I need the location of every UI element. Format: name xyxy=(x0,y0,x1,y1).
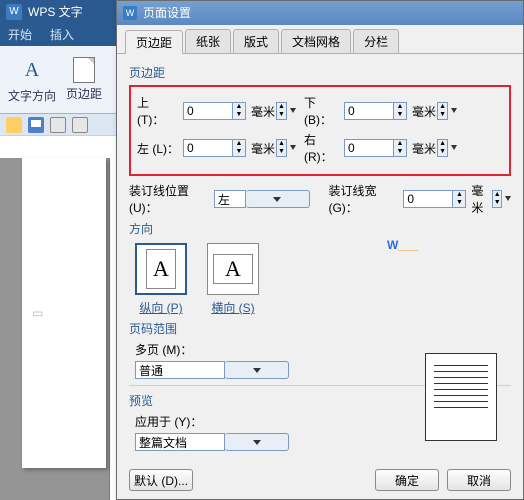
gutter-width-input[interactable] xyxy=(403,190,453,208)
page-icon xyxy=(73,57,95,83)
page-margins-button[interactable]: 页边距 xyxy=(66,57,102,102)
default-button[interactable]: 默认 (D)... xyxy=(129,469,193,491)
gutter-pos-label: 装订线位置 (U)： xyxy=(129,182,210,216)
dropdown-icon[interactable] xyxy=(505,196,511,202)
bottom-label: 下 (B)： xyxy=(304,94,340,128)
page-setup-dialog: W 页面设置 页边距 纸张 版式 文档网格 分栏 页边距 上 (T)： ▲▼ 毫… xyxy=(116,0,524,500)
print-preview-icon[interactable] xyxy=(72,117,88,133)
tab-columns[interactable]: 分栏 xyxy=(353,29,399,53)
page-placeholder-icon: ▭ xyxy=(32,306,42,318)
open-icon[interactable] xyxy=(6,117,22,133)
orientation-landscape[interactable]: A 横向 (S) xyxy=(207,243,259,316)
dropdown-icon[interactable] xyxy=(290,108,296,114)
portrait-label[interactable]: 纵向 (P) xyxy=(139,299,182,316)
multi-page-select[interactable] xyxy=(135,361,289,379)
spin-up-icon[interactable]: ▲ xyxy=(453,191,465,199)
gutter-pos-input[interactable] xyxy=(214,190,246,208)
tab-paper[interactable]: 纸张 xyxy=(185,29,231,53)
right-unit: 毫米 xyxy=(412,140,436,157)
margins-highlight-box: 上 (T)： ▲▼ 毫米▲▼ 下 (B)： ▲▼ 毫米▲▼ 左 (L)： ▲▼ xyxy=(129,85,511,176)
gutter-width-spin[interactable]: ▲▼ xyxy=(403,190,466,208)
top-input[interactable] xyxy=(183,102,233,120)
chevron-down-icon[interactable] xyxy=(246,190,310,208)
landscape-preview: A xyxy=(207,243,259,295)
multi-page-label: 多页 (M)： xyxy=(135,341,192,358)
tab-layout[interactable]: 版式 xyxy=(233,29,279,53)
spin-down-icon[interactable]: ▼ xyxy=(233,148,245,156)
top-spin[interactable]: ▲▼ xyxy=(183,102,246,120)
orientation-section-label: 方向 xyxy=(129,220,511,237)
margins-section-label: 页边距 xyxy=(129,64,511,81)
bottom-input[interactable] xyxy=(344,102,394,120)
ribbon-tab-home[interactable]: 开始 xyxy=(8,26,32,46)
dialog-tabs: 页边距 纸张 版式 文档网格 分栏 xyxy=(117,25,523,54)
dialog-title: 页面设置 xyxy=(143,1,191,25)
right-label: 右 (R)： xyxy=(304,131,340,165)
spin-up-icon[interactable]: ▲ xyxy=(394,140,406,148)
gutter-pos-select[interactable] xyxy=(214,190,310,208)
bottom-spin[interactable]: ▲▼ xyxy=(344,102,407,120)
dropdown-icon[interactable] xyxy=(290,145,296,151)
wps-logo-icon: W xyxy=(6,4,22,20)
page-preview-icon xyxy=(425,353,497,441)
multi-page-input[interactable] xyxy=(135,361,225,379)
landscape-label[interactable]: 横向 (S) xyxy=(211,299,254,316)
dialog-logo-icon: W xyxy=(123,6,137,20)
dialog-footer: 默认 (D)... 确定 取消 xyxy=(117,469,523,491)
letter-a-icon: A xyxy=(225,256,241,282)
text-direction-button[interactable]: A 文字方向 xyxy=(8,56,56,104)
page-margins-label: 页边距 xyxy=(66,85,102,102)
print-icon[interactable] xyxy=(50,117,66,133)
save-icon[interactable] xyxy=(28,117,44,133)
watermark: W___ xyxy=(387,233,418,254)
cancel-button[interactable]: 取消 xyxy=(447,469,511,491)
orientation-portrait[interactable]: A 纵向 (P) xyxy=(135,243,187,316)
page-range-section-label: 页码范围 xyxy=(129,320,511,337)
spin-down-icon[interactable]: ▼ xyxy=(394,111,406,119)
right-spin[interactable]: ▲▼ xyxy=(344,139,407,157)
chevron-down-icon[interactable] xyxy=(225,433,289,451)
bottom-unit: 毫米 xyxy=(412,103,436,120)
gutter-width-unit: 毫米 xyxy=(471,182,491,216)
dialog-title-bar: W 页面设置 xyxy=(117,1,523,25)
spin-up-icon[interactable]: ▲ xyxy=(233,140,245,148)
dropdown-icon[interactable] xyxy=(451,145,457,151)
chevron-down-icon[interactable] xyxy=(225,361,289,379)
text-direction-icon: A xyxy=(20,56,44,85)
document-area: ▭ xyxy=(0,158,110,500)
apply-to-label: 应用于 (Y)： xyxy=(135,413,202,430)
document-page: ▭ xyxy=(22,158,106,468)
apply-to-input[interactable] xyxy=(135,433,225,451)
left-label: 左 (L)： xyxy=(137,140,179,157)
left-input[interactable] xyxy=(183,139,233,157)
letter-a-icon: A xyxy=(153,256,169,282)
spin-up-icon[interactable]: ▲ xyxy=(233,103,245,111)
dropdown-icon[interactable] xyxy=(451,108,457,114)
left-spin[interactable]: ▲▼ xyxy=(183,139,246,157)
spin-down-icon[interactable]: ▼ xyxy=(453,199,465,207)
top-unit: 毫米 xyxy=(251,103,275,120)
top-label: 上 (T)： xyxy=(137,94,179,128)
apply-to-select[interactable] xyxy=(135,433,289,451)
tab-grid[interactable]: 文档网格 xyxy=(281,29,351,53)
tab-margins[interactable]: 页边距 xyxy=(125,30,183,54)
text-direction-label: 文字方向 xyxy=(8,87,56,104)
left-unit: 毫米 xyxy=(251,140,275,157)
app-title: WPS 文字 xyxy=(28,0,83,24)
spin-down-icon[interactable]: ▼ xyxy=(394,148,406,156)
spin-up-icon[interactable]: ▲ xyxy=(394,103,406,111)
right-input[interactable] xyxy=(344,139,394,157)
gutter-width-label: 装订线宽 (G)： xyxy=(328,182,399,216)
spin-down-icon[interactable]: ▼ xyxy=(233,111,245,119)
ok-button[interactable]: 确定 xyxy=(375,469,439,491)
ribbon-tab-insert[interactable]: 插入 xyxy=(50,26,74,46)
portrait-preview: A xyxy=(135,243,187,295)
